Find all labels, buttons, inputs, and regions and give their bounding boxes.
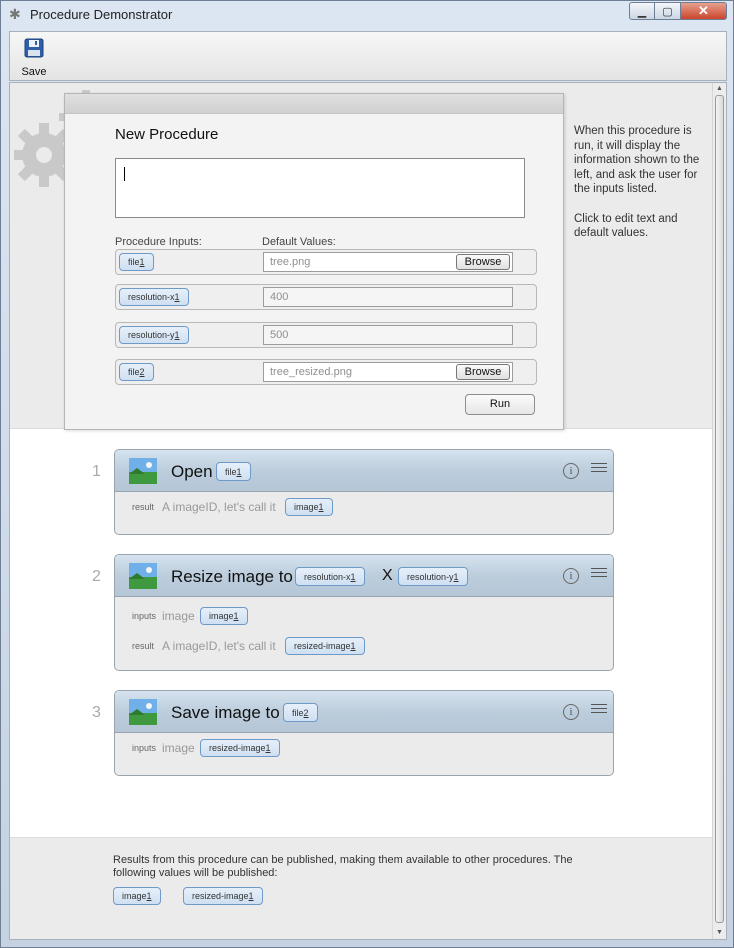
input-row-resolution-y1: resolution-y 1 500 [115, 322, 537, 348]
input-chip-resolution-x1[interactable]: resolution-x 1 [119, 288, 189, 306]
browse-button[interactable]: Browse [456, 254, 510, 270]
procedure-preview-panel: New Procedure Procedure Inputs: Default … [10, 83, 714, 430]
image-icon [129, 699, 157, 725]
result-line: result A imageID, let's call it resized-… [115, 631, 613, 661]
inputs-chip-resized-image1[interactable]: resized-image 1 [200, 739, 280, 757]
inputs-chip-image1[interactable]: image 1 [200, 607, 248, 625]
step-card-open[interactable]: Open file 1 i result A imageID, let's cal… [114, 449, 614, 535]
title-bar: ✱ Procedure Demonstrator ▁ ▢ ✕ [1, 1, 733, 29]
menu-icon[interactable] [591, 463, 607, 475]
result-line: result A imageID, let's call it image 1 [115, 492, 613, 522]
step-number: 2 [92, 568, 101, 585]
result-chip-image1[interactable]: image 1 [285, 498, 333, 516]
dialog-title[interactable]: New Procedure [115, 126, 218, 143]
input-chip-file1[interactable]: file 1 [119, 253, 154, 271]
default-value-file2[interactable]: tree_resized.png Browse [263, 362, 513, 382]
inputs-label: inputs [132, 611, 157, 621]
minimize-button[interactable]: ▁ [629, 2, 655, 20]
window-controls: ▁ ▢ ✕ [629, 2, 727, 20]
inputs-line: inputs image resized-image 1 [115, 733, 613, 763]
window-title: Procedure Demonstrator [30, 7, 173, 22]
help-text-run: When this procedure is run, it will disp… [574, 125, 700, 196]
text-caret [124, 167, 125, 181]
step-number: 1 [92, 463, 101, 480]
step-title: Open [171, 462, 213, 481]
scroll-thumb[interactable] [715, 95, 724, 923]
description-textbox[interactable] [115, 158, 525, 218]
maximize-button[interactable]: ▢ [655, 2, 681, 20]
run-button[interactable]: Run [465, 394, 535, 415]
input-row-resolution-x1: resolution-x 1 400 [115, 284, 537, 310]
step-header: Open file 1 i [115, 450, 613, 492]
result-label: result [132, 641, 155, 651]
inputs-text: image [162, 741, 195, 755]
result-text: A imageID, let's call it [162, 639, 276, 653]
menu-icon[interactable] [591, 704, 607, 716]
default-values-label: Default Values: [262, 236, 336, 248]
image-icon [129, 458, 157, 484]
publish-text: Results from this procedure can be publi… [113, 854, 573, 879]
scroll-up-icon[interactable]: ▲ [713, 83, 726, 95]
procedure-inputs-label: Procedure Inputs: [115, 236, 202, 248]
step-title: Resize image to [171, 567, 293, 586]
result-label: result [132, 502, 155, 512]
result-chip-resized-image1[interactable]: resized-image 1 [285, 637, 365, 655]
help-text: When this procedure is run, it will disp… [574, 124, 702, 241]
inputs-label: inputs [132, 743, 157, 753]
new-procedure-dialog: New Procedure Procedure Inputs: Default … [64, 93, 564, 430]
publish-chip-resized-image1[interactable]: resized-image 1 [183, 887, 263, 905]
vertical-scrollbar[interactable]: ▲ ▼ [712, 83, 726, 939]
info-icon[interactable]: i [563, 704, 579, 720]
info-icon[interactable]: i [563, 463, 579, 479]
save-icon [24, 38, 44, 58]
default-value-file1[interactable]: tree.png Browse [263, 252, 513, 272]
step-number: 3 [92, 704, 101, 721]
close-icon: ✕ [698, 3, 709, 18]
result-text: A imageID, let's call it [162, 500, 276, 514]
content-area: New Procedure Procedure Inputs: Default … [9, 82, 727, 940]
input-chip-file2[interactable]: file 2 [119, 363, 154, 381]
publish-chip-image1[interactable]: image 1 [113, 887, 161, 905]
step-card-resize[interactable]: Resize image to resolution-x 1 X resoluti… [114, 554, 614, 671]
minimize-icon: ▁ [637, 5, 647, 18]
input-chip-resolution-y1[interactable]: resolution-y 1 [119, 326, 189, 344]
dialog-header [65, 94, 563, 114]
toolbar: Save [9, 31, 727, 81]
param-chip-resolution-y1[interactable]: resolution-y 1 [398, 567, 468, 586]
browse-button[interactable]: Browse [456, 364, 510, 380]
close-button[interactable]: ✕ [681, 2, 727, 20]
step-header: Resize image to resolution-x 1 X resoluti… [115, 555, 613, 597]
step-header: Save image to file 2 i [115, 691, 613, 733]
maximize-icon: ▢ [662, 5, 673, 18]
step-card-save[interactable]: Save image to file 2 i inputs image resiz… [114, 690, 614, 776]
save-button[interactable]: Save [16, 36, 52, 78]
input-row-file1: file 1 tree.png Browse [115, 249, 537, 275]
app-window: ✱ Procedure Demonstrator ▁ ▢ ✕ Save New … [0, 0, 734, 948]
menu-icon[interactable] [591, 568, 607, 580]
scroll-down-icon[interactable]: ▼ [713, 927, 726, 939]
dimension-separator: X [382, 567, 393, 584]
save-label: Save [21, 66, 47, 78]
step-title: Save image to [171, 703, 280, 722]
param-chip-file1[interactable]: file 1 [216, 462, 251, 481]
image-icon [129, 563, 157, 589]
help-text-edit: Click to edit text and default values. [574, 212, 678, 240]
input-row-file2: file 2 tree_resized.png Browse [115, 359, 537, 385]
param-chip-file2[interactable]: file 2 [283, 703, 318, 722]
default-value-resolution-y1[interactable]: 500 [263, 325, 513, 345]
publish-panel: Results from this procedure can be publi… [10, 837, 714, 939]
default-value-resolution-x1[interactable]: 400 [263, 287, 513, 307]
inputs-line: inputs image image 1 [115, 601, 613, 631]
inputs-text: image [162, 609, 195, 623]
param-chip-resolution-x1[interactable]: resolution-x 1 [295, 567, 365, 586]
info-icon[interactable]: i [563, 568, 579, 584]
gear-icon: ✱ [9, 6, 21, 22]
